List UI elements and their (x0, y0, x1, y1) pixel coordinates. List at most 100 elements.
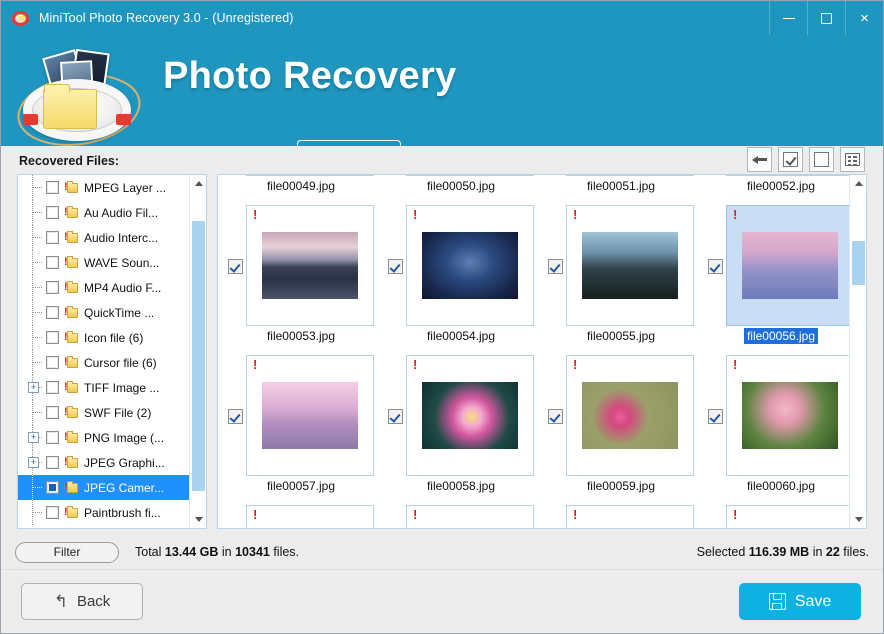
tree-item-checkbox[interactable] (46, 231, 59, 244)
select-all-button[interactable] (778, 147, 803, 172)
thumbnail-cell[interactable]: ! (546, 505, 696, 528)
tree-list: ! MPEG Layer ...! Au Audio Fil...! Audio In… (18, 175, 189, 528)
tree-item[interactable]: ! QuickTime ... (18, 300, 189, 325)
tree-item[interactable]: ! JPEG Camer... (18, 475, 189, 500)
tree-item-checkbox[interactable] (46, 356, 59, 369)
tree-item[interactable]: ! Cursor file (6) (18, 350, 189, 375)
tree-item-checkbox[interactable] (46, 381, 59, 394)
page-title: Photo Recovery (163, 55, 457, 97)
tree-expander-button[interactable]: + (28, 382, 39, 393)
tree-item[interactable]: +! PNG Image (... (18, 425, 189, 450)
thumbnail-cell[interactable]: ! (226, 505, 376, 528)
thumbnail-checkbox[interactable] (708, 259, 723, 274)
thumbnail-checkbox[interactable] (228, 409, 243, 424)
deselect-all-button[interactable] (809, 147, 834, 172)
warning-folder-icon: ! (64, 306, 79, 319)
tree-item[interactable]: ! SWF File (2) (18, 400, 189, 425)
floppy-disk-icon (768, 593, 786, 610)
warning-exclamation-icon: ! (573, 507, 578, 522)
tree-item-checkbox[interactable] (46, 206, 59, 219)
thumbnail-card[interactable]: ! (566, 355, 694, 476)
thumbnail-cell[interactable]: ! file00052.jpg (706, 175, 849, 205)
tree-item[interactable]: ! WAVE Soun... (18, 250, 189, 275)
maximize-button[interactable] (807, 1, 845, 35)
thumbnail-checkbox[interactable] (228, 259, 243, 274)
thumbnail-cell[interactable]: ! file00060.jpg (706, 355, 849, 505)
thumbnail-card[interactable]: ! (246, 205, 374, 326)
tree-item-checkbox[interactable] (46, 456, 59, 469)
tree-item[interactable]: ! Paintbrush fi... (18, 500, 189, 525)
grid-toolbar (747, 147, 865, 172)
tree-item[interactable]: ! Au Audio Fil... (18, 200, 189, 225)
close-button[interactable]: × (845, 1, 883, 35)
thumbnail-card[interactable]: ! (246, 175, 374, 176)
thumbnail-checkbox[interactable] (388, 259, 403, 274)
tree-item-checkbox[interactable] (46, 406, 59, 419)
thumbnail-card[interactable]: ! (246, 505, 374, 528)
warning-folder-icon: ! (64, 456, 79, 469)
thumbnail-cell[interactable]: ! file00057.jpg (226, 355, 376, 505)
thumbnail-checkbox[interactable] (708, 409, 723, 424)
tree-item-label: Au Audio Fil... (84, 205, 159, 220)
tree-item[interactable]: ! MPEG Layer ... (18, 175, 189, 200)
tree-item[interactable]: +! JPEG Graphi... (18, 450, 189, 475)
tree-expander-button[interactable]: + (28, 457, 39, 468)
tree-item-checkbox[interactable] (46, 506, 59, 519)
back-navigation-button[interactable]: ↰ Back (21, 583, 143, 620)
thumbnail-cell[interactable]: ! file00049.jpg (226, 175, 376, 205)
thumbnail-card[interactable]: ! (566, 505, 694, 528)
tree-item-checkbox[interactable] (46, 256, 59, 269)
tree-scrollbar-thumb[interactable] (192, 221, 205, 491)
warning-exclamation-icon: ! (253, 507, 258, 522)
thumbnail-cell[interactable]: ! file00053.jpg (226, 205, 376, 355)
tree-item-checkbox[interactable] (46, 306, 59, 319)
thumbnail-checkbox[interactable] (548, 259, 563, 274)
thumbnail-cell[interactable]: ! file00059.jpg (546, 355, 696, 505)
grid-scrollbar-thumb[interactable] (852, 241, 865, 285)
thumbnail-card[interactable]: ! (726, 355, 849, 476)
thumbnail-cell[interactable]: ! (706, 505, 849, 528)
tree-item[interactable]: ! Icon file (6) (18, 325, 189, 350)
tree-item-checkbox[interactable] (46, 181, 59, 194)
tree-scroll-up-button[interactable] (190, 175, 206, 192)
save-button[interactable]: Save (739, 583, 861, 620)
thumbnail-cell[interactable]: ! (386, 505, 536, 528)
thumbnail-checkbox[interactable] (388, 409, 403, 424)
thumbnail-cell[interactable]: ! file00054.jpg (386, 205, 536, 355)
tree-item[interactable]: ! Audio Interc... (18, 225, 189, 250)
thumbnail-card[interactable]: ! (406, 175, 534, 176)
thumbnail-card[interactable]: ! (406, 505, 534, 528)
tree-scrollbar[interactable] (189, 175, 206, 528)
grid-scroll-up-button[interactable] (850, 175, 866, 192)
tree-scroll-down-button[interactable] (190, 511, 206, 528)
thumbnail-card[interactable]: ! (726, 205, 849, 326)
tree-item-label: JPEG Graphi... (84, 455, 165, 470)
tree-item-checkbox[interactable] (46, 331, 59, 344)
thumbnail-card[interactable]: ! (566, 175, 694, 176)
thumbnail-cell[interactable]: ! file00055.jpg (546, 205, 696, 355)
tree-item-checkbox[interactable] (46, 431, 59, 444)
thumbnail-card[interactable]: ! (406, 205, 534, 326)
grid-scrollbar[interactable] (849, 175, 866, 528)
thumbnail-cell[interactable]: ! file00050.jpg (386, 175, 536, 205)
thumbnail-cell[interactable]: ! file00058.jpg (386, 355, 536, 505)
tree-expander-button[interactable]: + (28, 432, 39, 443)
thumbnail-card[interactable]: ! (246, 355, 374, 476)
grid-scroll-down-button[interactable] (850, 511, 866, 528)
thumbnail-card[interactable]: ! (726, 505, 849, 528)
tree-item[interactable]: ! MP4 Audio F... (18, 275, 189, 300)
thumbnail-cell[interactable]: ! file00051.jpg (546, 175, 696, 205)
filter-button[interactable]: Filter (15, 541, 119, 563)
list-view-button[interactable] (840, 147, 865, 172)
thumbnail-cell[interactable]: ! file00056.jpg (706, 205, 849, 355)
minimize-button[interactable] (769, 1, 807, 35)
tree-item-checkbox[interactable] (46, 481, 59, 494)
back-button[interactable] (747, 147, 772, 172)
thumbnail-card[interactable]: ! (406, 355, 534, 476)
thumbnail-card[interactable]: ! (566, 205, 694, 326)
tree-item-checkbox[interactable] (46, 281, 59, 294)
thumbnail-filename: file00059.jpg (586, 479, 656, 493)
tree-item[interactable]: +! TIFF Image ... (18, 375, 189, 400)
thumbnail-checkbox[interactable] (548, 409, 563, 424)
thumbnail-card[interactable]: ! (726, 175, 849, 176)
